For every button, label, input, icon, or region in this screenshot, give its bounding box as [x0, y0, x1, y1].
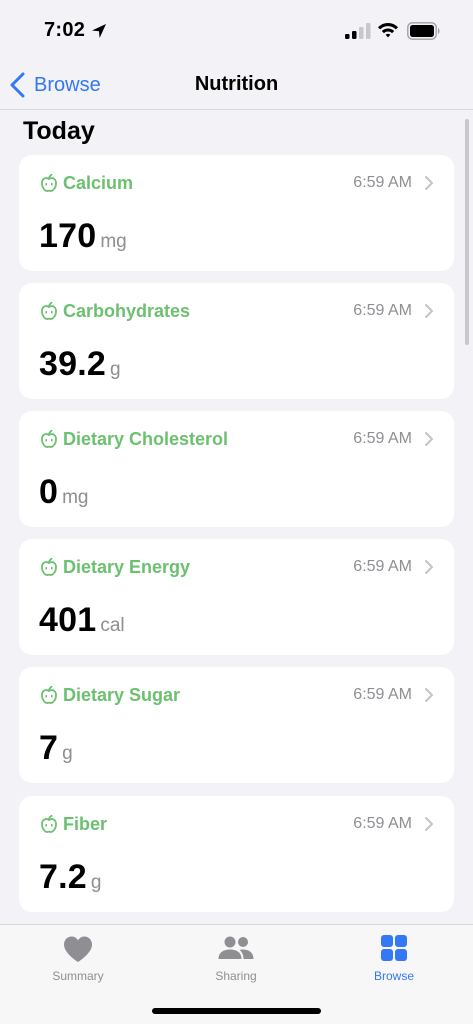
heart-icon: [64, 936, 92, 962]
location-arrow-icon: [92, 24, 106, 38]
card-header: Carbohydrates 6:59 AM: [39, 300, 434, 322]
card-header: Calcium 6:59 AM: [39, 172, 434, 194]
chevron-right-icon: [425, 304, 433, 318]
wifi-icon: [378, 23, 398, 38]
card-value: 39.2: [39, 345, 106, 383]
battery-icon: [407, 22, 440, 40]
card-title: Carbohydrates: [63, 300, 191, 321]
tab-label: Summary: [52, 969, 104, 983]
card-timestamp: 6:59 AM: [353, 430, 412, 447]
tab-sharing[interactable]: Sharing: [176, 933, 296, 989]
card-unit: g: [109, 359, 121, 380]
home-indicator[interactable]: [152, 1008, 321, 1014]
card-header: Dietary Energy 6:59 AM: [39, 556, 434, 578]
nutrition-card-dietary-sugar[interactable]: Dietary Sugar 6:59 AM 7 g: [19, 667, 454, 783]
tab-bar: Summary Sharing Browse: [0, 924, 473, 1024]
card-value: 7: [39, 729, 59, 767]
health-app-screen: 7:02 Browse Nutrition Today Calcium 6:59…: [0, 0, 473, 1024]
card-header: Dietary Sugar 6:59 AM: [39, 684, 434, 706]
card-unit: cal: [100, 615, 125, 636]
card-value: 170: [39, 217, 97, 255]
chevron-right-icon: [425, 817, 433, 831]
card-value: 7.2: [39, 858, 87, 896]
nutrition-card-calcium[interactable]: Calcium 6:59 AM 170 mg: [19, 155, 454, 271]
card-unit: g: [62, 743, 73, 764]
page-title: Nutrition: [194, 73, 279, 95]
apple-icon: [41, 301, 57, 320]
card-title: Dietary Sugar: [63, 684, 181, 705]
card-title: Calcium: [63, 172, 134, 193]
nutrition-card-carbohydrates[interactable]: Carbohydrates 6:59 AM 39.2 g: [19, 283, 454, 399]
section-header-today: Today: [23, 117, 95, 145]
card-timestamp: 6:59 AM: [353, 815, 412, 832]
cellular-signal-icon: [345, 23, 371, 39]
status-bar: 7:02: [0, 0, 473, 60]
card-value-row: 0 mg: [39, 473, 89, 512]
nutrition-card-fiber[interactable]: Fiber 6:59 AM 7.2 g: [19, 796, 454, 912]
card-title: Fiber: [63, 813, 108, 834]
apple-icon: [41, 173, 57, 192]
people-icon: [218, 936, 254, 959]
card-value-row: 7.2 g: [39, 858, 101, 897]
card-unit: g: [90, 872, 102, 893]
nutrition-list: Today Calcium 6:59 AM 170 mg Carbohydrat…: [0, 111, 473, 924]
card-header: Dietary Cholesterol 6:59 AM: [39, 428, 434, 450]
status-time: 7:02: [44, 19, 86, 41]
card-unit: mg: [62, 487, 89, 508]
card-title: Dietary Energy: [63, 556, 191, 577]
chevron-right-icon: [425, 688, 433, 702]
card-value-row: 7 g: [39, 729, 73, 768]
card-title: Dietary Cholesterol: [63, 428, 229, 449]
tab-browse[interactable]: Browse: [334, 933, 454, 989]
card-timestamp: 6:59 AM: [353, 686, 412, 703]
tab-label: Browse: [373, 969, 414, 983]
card-timestamp: 6:59 AM: [353, 558, 412, 575]
nutrition-card-dietary-energy[interactable]: Dietary Energy 6:59 AM 401 cal: [19, 539, 454, 655]
grid-icon: [381, 935, 407, 961]
card-timestamp: 6:59 AM: [353, 174, 412, 191]
chevron-right-icon: [425, 432, 433, 446]
apple-icon: [41, 557, 57, 576]
card-header: Fiber 6:59 AM: [39, 813, 434, 835]
card-value-row: 170 mg: [39, 217, 127, 256]
chevron-right-icon: [425, 176, 433, 190]
scrollbar[interactable]: [465, 119, 469, 345]
apple-icon: [41, 814, 57, 833]
card-value-row: 401 cal: [39, 601, 125, 640]
tab-label: Sharing: [215, 969, 257, 983]
card-value: 0: [39, 473, 59, 511]
card-unit: mg: [100, 231, 127, 252]
card-value-row: 39.2 g: [39, 345, 121, 384]
nutrition-card-dietary-cholesterol[interactable]: Dietary Cholesterol 6:59 AM 0 mg: [19, 411, 454, 527]
card-value: 401: [39, 601, 97, 639]
apple-icon: [41, 685, 57, 704]
navigation-bar: Browse Nutrition: [0, 60, 473, 110]
apple-icon: [41, 429, 57, 448]
chevron-right-icon: [425, 560, 433, 574]
tab-summary[interactable]: Summary: [18, 933, 138, 989]
card-timestamp: 6:59 AM: [353, 302, 412, 319]
